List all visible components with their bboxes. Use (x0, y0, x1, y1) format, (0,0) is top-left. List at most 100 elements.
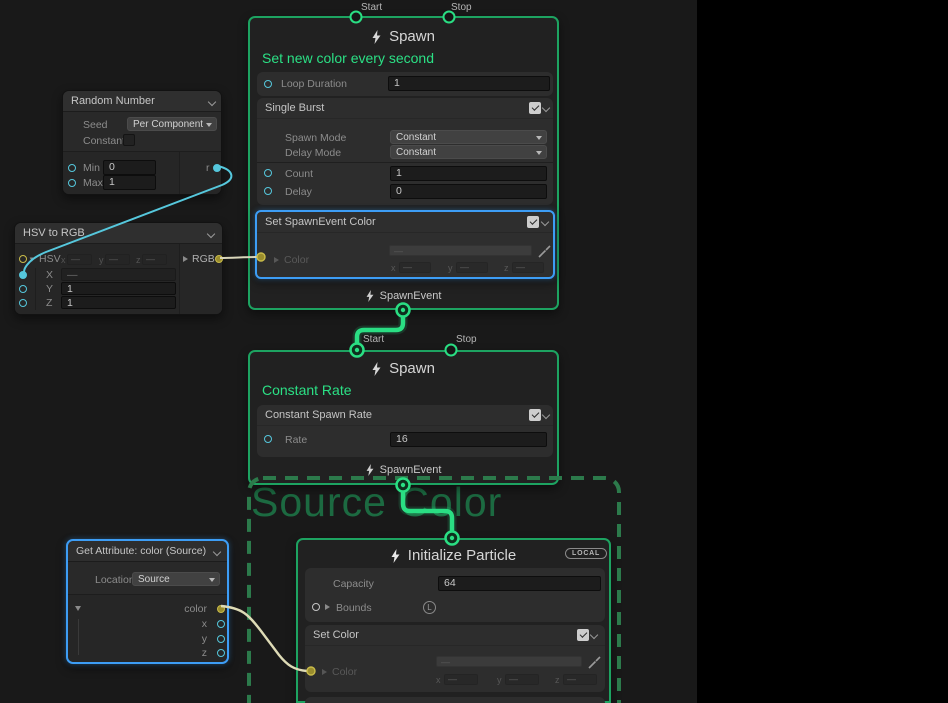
loop-duration-port[interactable] (264, 80, 272, 88)
x-field[interactable]: — (61, 268, 176, 281)
lock-icon[interactable]: L (423, 601, 436, 614)
x-minifield[interactable]: — (399, 262, 431, 273)
expand-arrow-icon[interactable] (325, 604, 330, 610)
z-minifield[interactable]: — (563, 674, 597, 685)
edge-getattr-color-to-init-color[interactable] (221, 606, 307, 671)
loop-duration-label: Loop Duration (281, 78, 347, 90)
collapse-arrow-icon[interactable] (30, 258, 35, 262)
constant-spawn-rate-block[interactable]: Constant Spawn Rate Rate 16 (257, 405, 553, 457)
random-number-node[interactable]: Random Number Seed Per Component Constan… (62, 90, 222, 195)
spawn1-color-label: Color (284, 254, 309, 266)
delay-mode-label: Delay Mode (285, 147, 341, 159)
set-color-block[interactable]: Set Color Color — x — y — z — (305, 625, 605, 692)
rgb-output-label: RGB (192, 253, 215, 265)
single-burst-block[interactable]: Single Burst Spawn Mode Constant Delay M… (257, 98, 553, 205)
constant-checkbox[interactable] (123, 134, 135, 146)
count-label: Count (285, 168, 313, 180)
count-port[interactable] (264, 169, 272, 177)
set-color-title: Set Color (313, 629, 359, 641)
rgb-output-port[interactable] (215, 255, 223, 263)
delay-mode-value: Constant (396, 147, 436, 158)
constant-spawn-rate-checkbox[interactable] (529, 409, 541, 421)
random-number-titlebar[interactable]: Random Number (63, 91, 221, 112)
loop-duration-field[interactable]: 1 (388, 76, 550, 91)
y-label: y (99, 255, 104, 265)
set-spawnevent-color-checkbox[interactable] (527, 216, 539, 228)
init-color-swatch[interactable]: — (436, 656, 582, 667)
init-color-label: Color (332, 666, 357, 678)
x-input-port[interactable] (19, 271, 27, 279)
set-spawnevent-color-block[interactable]: Set SpawnEvent Color Color — x — y — z — (255, 210, 555, 279)
x-minifield[interactable]: — (67, 254, 92, 265)
z-field[interactable]: 1 (61, 296, 176, 309)
caret-down-icon (536, 136, 542, 140)
x-minifield[interactable]: — (444, 674, 478, 685)
rate-field[interactable]: 16 (390, 432, 547, 447)
initialize-settings-block: Capacity 64 Bounds L (305, 568, 605, 622)
max-port[interactable] (68, 179, 76, 187)
expand-arrow-icon[interactable] (274, 257, 279, 263)
spawn2-context-node[interactable]: Spawn Constant Rate Constant Spawn Rate … (248, 350, 559, 485)
y-minifield[interactable]: — (105, 254, 130, 265)
initialize-particle-node[interactable]: Initialize Particle LOCAL Capacity 64 Bo… (296, 538, 611, 703)
initialize-title-row: Initialize Particle (298, 547, 609, 564)
count-field[interactable]: 1 (390, 166, 547, 181)
output-arrow-icon (183, 256, 188, 262)
z-minifield[interactable]: — (142, 254, 167, 265)
y-output-port[interactable] (217, 635, 225, 643)
hsv-to-rgb-node[interactable]: HSV to RGB HSV x — y — z — X — Y 1 Z 1 R… (14, 222, 223, 315)
r-output-port[interactable] (213, 164, 221, 172)
lightning-icon (391, 549, 400, 563)
y-label: y (497, 675, 502, 685)
x-output-label: x (202, 618, 207, 630)
bounds-port[interactable] (312, 603, 320, 611)
hsv-titlebar[interactable]: HSV to RGB (15, 223, 222, 244)
spawn2-output-row: SpawnEvent (250, 464, 557, 476)
color-output-port[interactable] (217, 605, 225, 613)
min-port[interactable] (68, 164, 76, 172)
seed-dropdown[interactable]: Per Component (127, 117, 217, 131)
z-output-port[interactable] (217, 649, 225, 657)
eyedropper-icon[interactable] (538, 245, 551, 258)
x-output-port[interactable] (217, 620, 225, 628)
z-minifield[interactable]: — (512, 262, 544, 273)
delay-label: Delay (285, 186, 312, 198)
max-field[interactable]: 1 (103, 175, 156, 190)
location-value: Source (138, 574, 170, 585)
hsv-input-port[interactable] (19, 255, 27, 263)
y-minifield[interactable]: — (456, 262, 488, 273)
spawn2-stop-port-label: Stop (456, 334, 477, 345)
y-input-port[interactable] (19, 285, 27, 293)
capacity-field[interactable]: 64 (438, 576, 601, 591)
y-field[interactable]: 1 (61, 282, 176, 295)
lightning-icon (366, 464, 374, 476)
single-burst-enabled-checkbox[interactable] (529, 102, 541, 114)
x-row-label: X (46, 269, 53, 281)
delay-mode-dropdown[interactable]: Constant (390, 145, 547, 159)
random-number-title: Random Number (71, 95, 155, 107)
lightning-icon (366, 290, 374, 302)
spawn-mode-value: Constant (396, 132, 436, 143)
spawn1-color-swatch[interactable]: — (389, 245, 532, 256)
min-field[interactable]: 0 (103, 160, 156, 175)
spawn1-context-node[interactable]: Spawn Set new color every second Loop Du… (248, 16, 559, 310)
z-input-port[interactable] (19, 299, 27, 307)
get-attribute-titlebar[interactable]: Get Attribute: color (Source) (68, 541, 227, 562)
get-attribute-node[interactable]: Get Attribute: color (Source) Location S… (66, 539, 229, 664)
location-dropdown[interactable]: Source (132, 572, 220, 586)
min-label: Min (83, 162, 100, 174)
set-color-checkbox[interactable] (577, 629, 589, 641)
eyedropper-icon[interactable] (588, 656, 601, 669)
y-minifield[interactable]: — (505, 674, 539, 685)
spawn2-title: Spawn (389, 360, 435, 377)
z-label: z (136, 255, 141, 265)
single-burst-title: Single Burst (265, 102, 324, 114)
spawn-mode-dropdown[interactable]: Constant (390, 130, 547, 144)
expand-arrow-icon[interactable] (322, 669, 327, 675)
rate-port[interactable] (264, 435, 272, 443)
r-output-label: r (206, 162, 210, 174)
collapse-arrow-icon[interactable] (75, 606, 81, 611)
delay-field[interactable]: 0 (390, 184, 547, 199)
spawn1-start-port-label: Start (361, 2, 382, 13)
delay-port[interactable] (264, 187, 272, 195)
